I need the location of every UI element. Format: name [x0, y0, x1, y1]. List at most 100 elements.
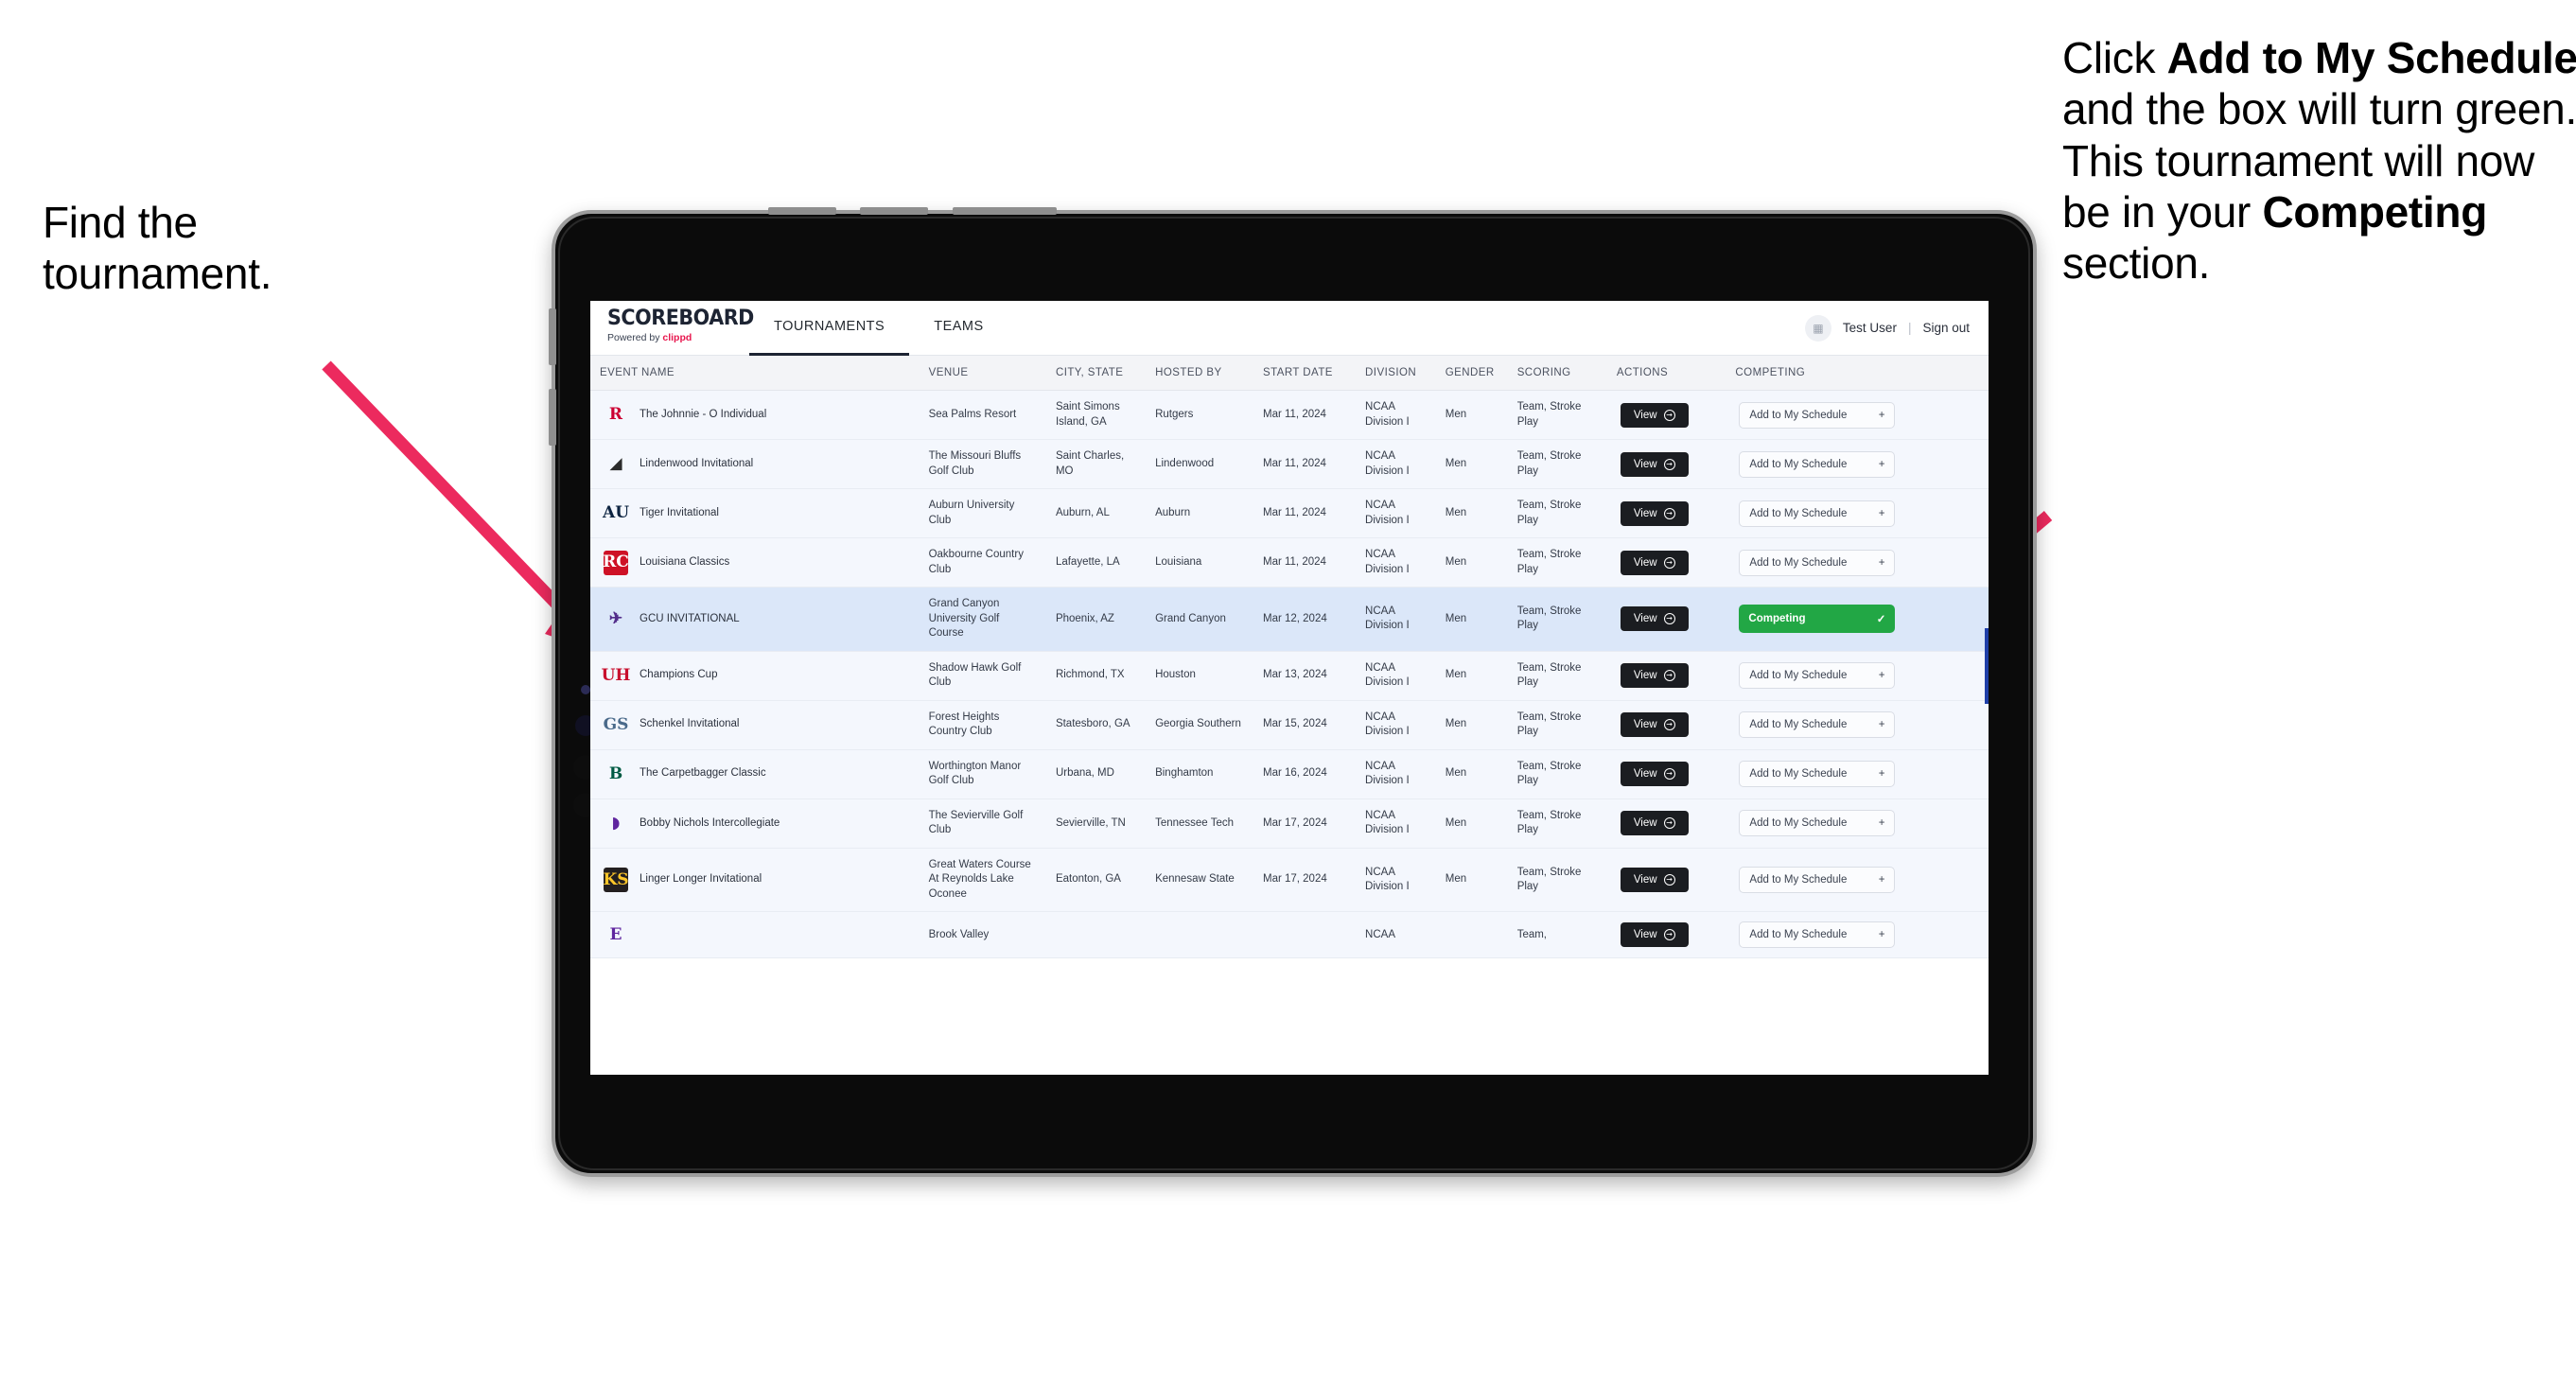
cell-venue: Oakbourne Country Club: [919, 537, 1046, 588]
add-to-my-schedule-button[interactable]: Add to My Schedule +: [1739, 761, 1896, 788]
device-button-top-3[interactable]: [953, 207, 1057, 215]
competing-button[interactable]: Competing ✓: [1739, 605, 1896, 634]
col-start-date[interactable]: START DATE: [1253, 356, 1357, 391]
table-row[interactable]: B The Carpetbagger Classic Worthington Man…: [590, 749, 1989, 799]
view-button[interactable]: View ➞: [1620, 402, 1689, 428]
brand-name: SCOREBOARD: [607, 307, 754, 330]
cell-venue: Shadow Hawk Golf Club: [919, 651, 1046, 701]
col-event-name[interactable]: EVENT NAME: [590, 356, 920, 391]
plus-icon: +: [1878, 817, 1885, 830]
col-scoring[interactable]: SCORING: [1507, 356, 1607, 391]
tournaments-table-container[interactable]: EVENT NAME VENUE CITY, STATE HOSTED BY S…: [590, 356, 1989, 1075]
team-logo-icon: E: [609, 924, 622, 944]
table-row[interactable]: ◢ Lindenwood Invitational The Missouri Blu…: [590, 439, 1989, 490]
device-button-top-2[interactable]: [860, 207, 928, 215]
annotation-left: Find the tournament.: [43, 197, 440, 300]
annotation-right-bold2: Competing: [2262, 186, 2488, 237]
plus-icon: +: [1878, 409, 1885, 421]
add-to-my-schedule-label: Add to My Schedule: [1749, 458, 1848, 470]
cell-city-state: Saint Simons Island, GA: [1045, 390, 1147, 441]
cell-city-state: Phoenix, AZ: [1045, 587, 1147, 652]
view-button[interactable]: View ➞: [1620, 606, 1689, 632]
device-button-volume-up[interactable]: [549, 308, 556, 365]
table-row[interactable]: ◗ Bobby Nichols Intercollegiate The Sevier…: [590, 798, 1989, 849]
plus-icon: +: [1878, 929, 1885, 941]
user-avatar-icon[interactable]: ▦: [1804, 314, 1831, 342]
view-button[interactable]: View ➞: [1620, 712, 1689, 738]
cell-scoring: Team, Stroke Play: [1507, 651, 1607, 701]
add-to-my-schedule-button[interactable]: Add to My Schedule +: [1739, 810, 1896, 837]
view-button[interactable]: View ➞: [1620, 811, 1689, 836]
cell-competing: Add to My Schedule +: [1726, 700, 1989, 750]
cell-division: NCAA Division I: [1356, 488, 1436, 539]
table-row[interactable]: UH Champions Cup Shadow Hawk Golf Club Rich…: [590, 651, 1989, 701]
view-button[interactable]: View ➞: [1620, 451, 1689, 477]
view-button[interactable]: View ➞: [1620, 550, 1689, 575]
cell-event-name: KS Linger Longer Invitational: [590, 848, 920, 913]
col-city-state[interactable]: CITY, STATE: [1045, 356, 1147, 391]
add-to-my-schedule-button[interactable]: Add to My Schedule +: [1739, 711, 1896, 739]
arrow-right-circle-icon: ➞: [1663, 458, 1675, 470]
table-row[interactable]: RC Louisiana Classics Oakbourne Country Cl…: [590, 537, 1989, 588]
tab-tournaments[interactable]: TOURNAMENTS: [749, 301, 910, 356]
table-row[interactable]: AU Tiger Invitational Auburn University Cl…: [590, 488, 1989, 539]
device-button-volume-down[interactable]: [549, 389, 556, 446]
add-to-my-schedule-button[interactable]: Add to My Schedule +: [1739, 662, 1896, 690]
add-to-my-schedule-button[interactable]: Add to My Schedule +: [1739, 500, 1896, 527]
view-button-label: View: [1633, 768, 1657, 781]
table-body: R The Johnnie - O Individual Sea Palms Res…: [590, 390, 1989, 959]
add-to-my-schedule-button[interactable]: Add to My Schedule +: [1739, 867, 1896, 894]
cell-competing: Add to My Schedule +: [1726, 390, 1989, 441]
app-logo[interactable]: SCOREBOARD Powered by clippd: [590, 301, 754, 355]
team-logo-icon: AU: [603, 503, 630, 523]
col-division[interactable]: DIVISION: [1356, 356, 1436, 391]
cell-event-name: B The Carpetbagger Classic: [590, 749, 920, 799]
cell-scoring: Team, Stroke Play: [1507, 749, 1607, 799]
competing-button-label: Competing: [1748, 613, 1806, 625]
cell-start-date: Mar 11, 2024: [1253, 537, 1357, 588]
cell-hosted-by: Lindenwood: [1146, 439, 1253, 490]
add-to-my-schedule-button[interactable]: Add to My Schedule +: [1739, 921, 1896, 949]
view-button[interactable]: View ➞: [1620, 663, 1689, 689]
cell-division: NCAA Division I: [1356, 651, 1436, 701]
tablet-device-frame: SCOREBOARD Powered by clippd TOURNAMENTS…: [549, 207, 2037, 1177]
col-venue[interactable]: VENUE: [919, 356, 1046, 391]
cell-venue: Great Waters Course At Reynolds Lake Oco…: [919, 848, 1046, 913]
table-row[interactable]: R The Johnnie - O Individual Sea Palms Res…: [590, 390, 1989, 441]
col-gender[interactable]: GENDER: [1435, 356, 1508, 391]
table-row[interactable]: E Brook Valley NCAA Team, View ➞ Add to My Sch…: [590, 911, 1989, 959]
vertical-scrollbar[interactable]: [1985, 628, 1989, 704]
cell-hosted-by: Houston: [1146, 651, 1253, 701]
annotation-right-seg1: Click: [2062, 33, 2167, 82]
cell-gender: [1435, 911, 1508, 959]
plus-icon: +: [1878, 458, 1885, 470]
cell-hosted-by: Tennessee Tech: [1146, 798, 1253, 849]
screenshot-root: Find the tournament. Click Add to My Sch…: [0, 0, 2576, 1386]
tab-teams[interactable]: TEAMS: [909, 301, 1008, 356]
view-button-label: View: [1633, 670, 1657, 682]
cell-division: NCAA Division I: [1356, 439, 1436, 490]
col-competing[interactable]: COMPETING: [1726, 356, 1989, 391]
table-row[interactable]: GS Schenkel Invitational Forest Heights Co…: [590, 700, 1989, 750]
table-row[interactable]: KS Linger Longer Invitational Great Waters…: [590, 848, 1989, 913]
cell-actions: View ➞: [1606, 911, 1726, 959]
view-button[interactable]: View ➞: [1620, 762, 1689, 787]
view-button[interactable]: View ➞: [1620, 868, 1689, 893]
col-hosted-by[interactable]: HOSTED BY: [1146, 356, 1253, 391]
add-to-my-schedule-button[interactable]: Add to My Schedule +: [1739, 450, 1896, 478]
event-name-text: Schenkel Invitational: [640, 718, 740, 730]
add-to-my-schedule-button[interactable]: Add to My Schedule +: [1739, 401, 1896, 429]
cell-city-state: [1045, 911, 1147, 959]
device-button-top-1[interactable]: [768, 207, 836, 215]
add-to-my-schedule-button[interactable]: Add to My Schedule +: [1739, 549, 1896, 576]
col-actions[interactable]: ACTIONS: [1606, 356, 1726, 391]
cell-actions: View ➞: [1606, 651, 1726, 701]
view-button[interactable]: View ➞: [1620, 500, 1689, 526]
view-button[interactable]: View ➞: [1620, 922, 1689, 948]
cell-actions: View ➞: [1606, 488, 1726, 539]
sign-out-link[interactable]: Sign out: [1922, 321, 1970, 335]
table-row[interactable]: ✈ GCU INVITATIONAL Grand Canyon University…: [590, 587, 1989, 652]
cell-division: NCAA Division I: [1356, 537, 1436, 588]
cell-actions: View ➞: [1606, 537, 1726, 588]
cell-actions: View ➞: [1606, 587, 1726, 652]
